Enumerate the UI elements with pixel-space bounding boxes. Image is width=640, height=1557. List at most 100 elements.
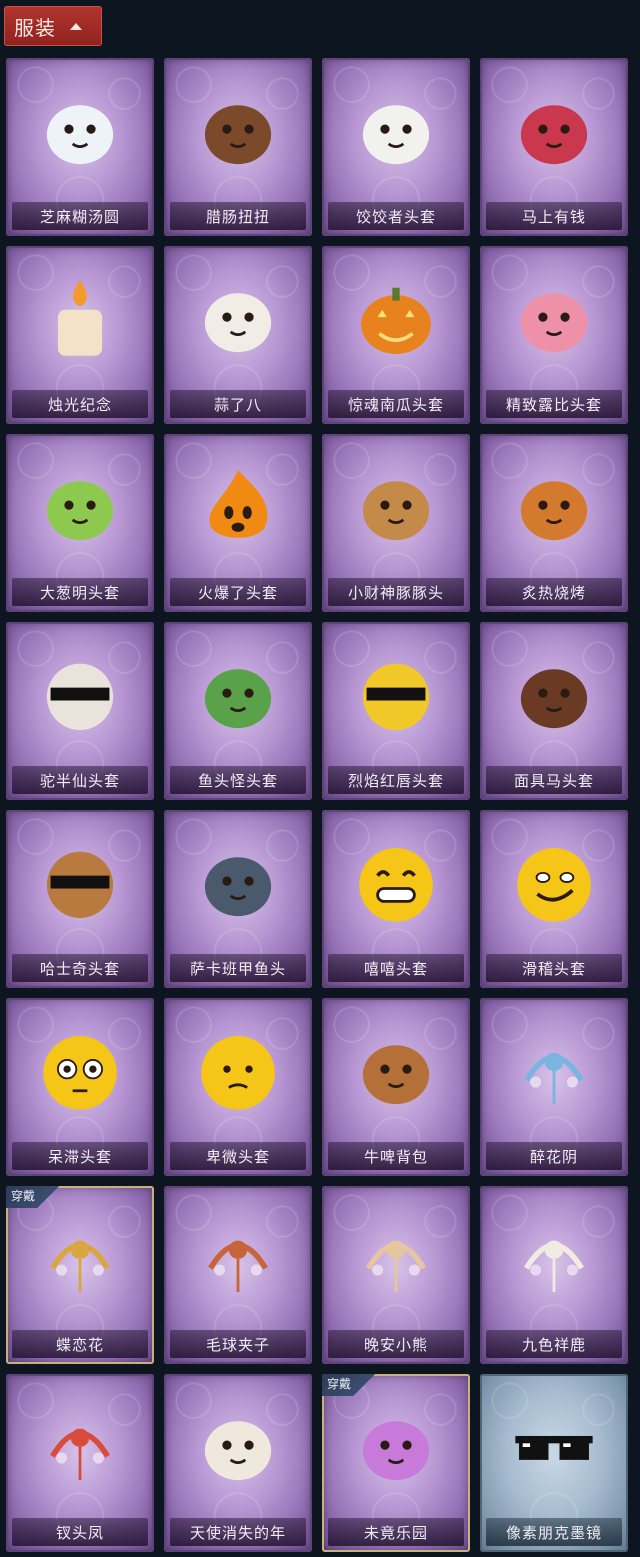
item-card[interactable]: 卑微头套: [164, 998, 312, 1176]
item-card[interactable]: 蝶恋花 穿戴: [6, 1186, 154, 1364]
equipped-badge: 穿戴: [6, 1186, 60, 1208]
pink-doll-icon: [348, 1392, 444, 1502]
scallion-icon: [32, 452, 128, 562]
item-card[interactable]: 呆滞头套: [6, 998, 154, 1176]
item-label: 芝麻糊汤圆: [12, 202, 148, 230]
bear-sunglasses-icon: [32, 640, 128, 750]
item-card[interactable]: 嘻嘻头套: [322, 810, 470, 988]
meat-bone-icon: [506, 452, 602, 562]
item-label: 大葱明头套: [12, 578, 148, 606]
item-card[interactable]: 惊魂南瓜头套: [322, 246, 470, 424]
item-card[interactable]: 毛球夹子: [164, 1186, 312, 1364]
equipped-badge: 穿戴: [322, 1374, 376, 1396]
item-card[interactable]: 九色祥鹿: [480, 1186, 628, 1364]
husky-icon: [32, 828, 128, 938]
item-card[interactable]: 芝麻糊汤圆: [6, 58, 154, 236]
item-card[interactable]: 晚安小熊: [322, 1186, 470, 1364]
item-card[interactable]: 蒜了八: [164, 246, 312, 424]
item-label: 饺饺者头套: [328, 202, 464, 230]
item-card[interactable]: 驼半仙头套: [6, 622, 154, 800]
item-label: 钗头凤: [12, 1518, 148, 1546]
item-label: 精致露比头套: [486, 390, 622, 418]
item-card[interactable]: 炙热烧烤: [480, 434, 628, 612]
item-card[interactable]: 腊肠扭扭: [164, 58, 312, 236]
item-card[interactable]: 滑稽头套: [480, 810, 628, 988]
item-label: 牛啤背包: [328, 1142, 464, 1170]
item-label: 萨卡班甲鱼头: [170, 954, 306, 982]
chevron-up-icon: [70, 22, 82, 30]
item-card[interactable]: 萨卡班甲鱼头: [164, 810, 312, 988]
item-card[interactable]: 烈焰红唇头套: [322, 622, 470, 800]
candle-icon: [32, 264, 128, 374]
item-label: 腊肠扭扭: [170, 202, 306, 230]
item-card[interactable]: 精致露比头套: [480, 246, 628, 424]
item-card[interactable]: 烛光纪念: [6, 246, 154, 424]
item-label: 蒜了八: [170, 390, 306, 418]
item-label: 未竟乐园: [328, 1518, 464, 1546]
item-label: 醉花阴: [486, 1142, 622, 1170]
flower-headdress-icon: [506, 1016, 602, 1126]
item-label: 卑微头套: [170, 1142, 306, 1170]
item-label: 驼半仙头套: [12, 766, 148, 794]
bear-pendant-icon: [348, 1204, 444, 1314]
item-card[interactable]: 马上有钱: [480, 58, 628, 236]
angel-doll-icon: [190, 1392, 286, 1502]
item-label: 晚安小熊: [328, 1330, 464, 1358]
item-card[interactable]: 火爆了头套: [164, 434, 312, 612]
item-card[interactable]: 小财神豚豚头: [322, 434, 470, 612]
item-card[interactable]: 鱼头怪头套: [164, 622, 312, 800]
grin-emoji-icon: [348, 828, 444, 938]
item-label: 火爆了头套: [170, 578, 306, 606]
item-label: 小财神豚豚头: [328, 578, 464, 606]
item-card[interactable]: 钗头凤: [6, 1374, 154, 1552]
category-label: 服装: [14, 15, 56, 40]
pixel-sunglasses-icon: [506, 1392, 602, 1502]
dumpling-icon: [348, 76, 444, 186]
item-label: 像素朋克墨镜: [486, 1518, 622, 1546]
category-toggle-button[interactable]: 服装: [4, 6, 102, 46]
pumpkin-icon: [348, 264, 444, 374]
item-label: 呆滞头套: [12, 1142, 148, 1170]
item-card[interactable]: 天使消失的年: [164, 1374, 312, 1552]
capybara-icon: [348, 452, 444, 562]
beer-cow-backpack-icon: [348, 1016, 444, 1126]
pink-beaver-icon: [506, 264, 602, 374]
item-label: 嘻嘻头套: [328, 954, 464, 982]
item-label: 滑稽头套: [486, 954, 622, 982]
dog-head-icon: [190, 76, 286, 186]
item-label: 烛光纪念: [12, 390, 148, 418]
item-label: 惊魂南瓜头套: [328, 390, 464, 418]
item-label: 面具马头套: [486, 766, 622, 794]
phoenix-crown-icon: [32, 1392, 128, 1502]
rice-ball-icon: [32, 76, 128, 186]
horse-mask-icon: [506, 640, 602, 750]
item-card[interactable]: 饺饺者头套: [322, 58, 470, 236]
item-label: 马上有钱: [486, 202, 622, 230]
deer-pendant-icon: [506, 1204, 602, 1314]
pikachu-hood-icon: [348, 640, 444, 750]
item-card[interactable]: 醉花阴: [480, 998, 628, 1176]
item-label: 炙热烧烤: [486, 578, 622, 606]
horse-plush-icon: [506, 76, 602, 186]
item-label: 天使消失的年: [170, 1518, 306, 1546]
item-card[interactable]: 大葱明头套: [6, 434, 154, 612]
item-label: 九色祥鹿: [486, 1330, 622, 1358]
shy-emoji-icon: [190, 1016, 286, 1126]
item-label: 鱼头怪头套: [170, 766, 306, 794]
red-panda-clip-icon: [190, 1204, 286, 1314]
item-card[interactable]: 未竟乐园 穿戴: [322, 1374, 470, 1552]
stare-emoji-icon: [32, 1016, 128, 1126]
garlic-icon: [190, 264, 286, 374]
item-label: 蝶恋花: [12, 1330, 148, 1358]
smirk-emoji-icon: [506, 828, 602, 938]
item-card[interactable]: 哈士奇头套: [6, 810, 154, 988]
item-label: 烈焰红唇头套: [328, 766, 464, 794]
item-label: 毛球夹子: [170, 1330, 306, 1358]
fireball-icon: [190, 452, 286, 562]
fish-plush-icon: [190, 828, 286, 938]
item-card[interactable]: 像素朋克墨镜: [480, 1374, 628, 1552]
item-card[interactable]: 面具马头套: [480, 622, 628, 800]
butterfly-headdress-icon: [32, 1204, 128, 1314]
item-card[interactable]: 牛啤背包: [322, 998, 470, 1176]
item-label: 哈士奇头套: [12, 954, 148, 982]
